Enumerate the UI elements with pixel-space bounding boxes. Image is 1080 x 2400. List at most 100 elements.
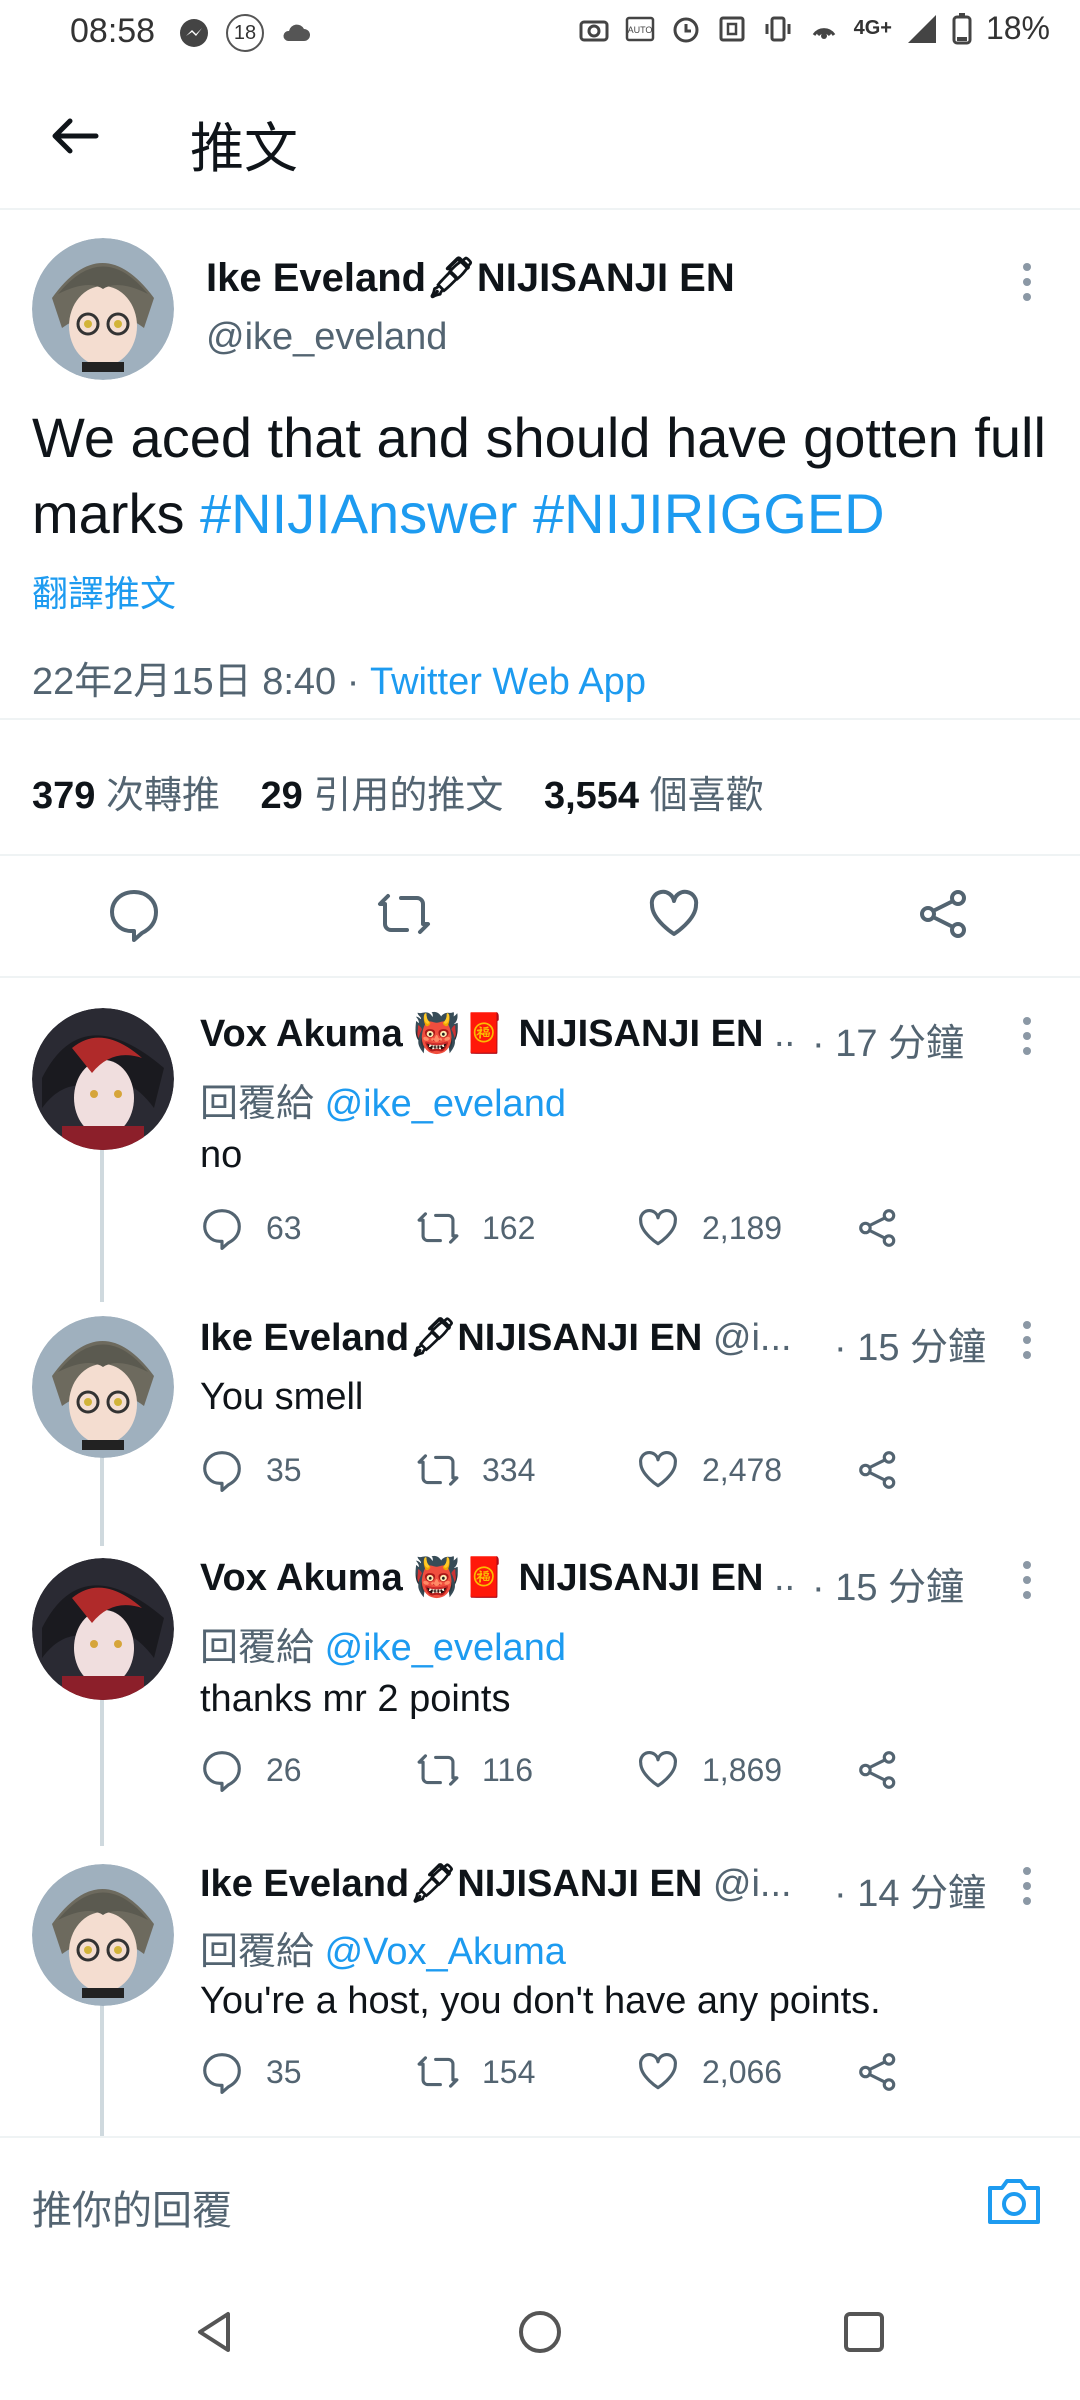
reply-reply-action[interactable]: 35 [200, 1448, 302, 1492]
reply-author-handle-truncated: @i... [702, 1317, 792, 1359]
reply-more-options-icon[interactable] [1022, 1560, 1032, 1600]
reply-reply-action[interactable]: 63 [200, 1206, 302, 1250]
reply-share-action[interactable] [856, 2050, 900, 2094]
reply-more-options-icon[interactable] [1022, 1320, 1032, 1360]
nav-back-icon[interactable] [192, 2308, 240, 2356]
reply-author-display-name: Ike Eveland🖋NIJISANJI EN [200, 1317, 703, 1359]
share-icon[interactable] [916, 886, 972, 942]
reply-share-action[interactable] [856, 1748, 900, 1792]
reply-count: 26 [266, 1751, 302, 1788]
nav-recents-icon[interactable] [840, 2308, 888, 2356]
back-arrow-icon[interactable] [46, 108, 102, 164]
retweet-icon [417, 1754, 459, 1786]
retweets-stat[interactable]: 379 次轉推 [32, 775, 220, 817]
reply-reply-action[interactable]: 35 [200, 2050, 302, 2094]
reply-like-action[interactable]: 1,869 [636, 1748, 782, 1792]
reply-author-name[interactable]: Vox Akuma 👹🧧 NIJISANJI EN .. [200, 1012, 795, 1056]
likes-stat[interactable]: 3,554 個喜歡 [544, 775, 764, 817]
hashtag-nijianswer[interactable]: #NIJIAnswer [200, 482, 517, 545]
camera-status-icon [579, 20, 609, 41]
more-options-icon[interactable] [1022, 262, 1032, 302]
like-icon [639, 1451, 677, 1488]
reply-reply-action[interactable]: 26 [200, 1748, 302, 1792]
author-handle[interactable]: @ike_eveland [206, 316, 447, 359]
reply-to-label: 回覆給 [200, 1931, 325, 1973]
thread-line [100, 1266, 104, 1302]
retweet-icon [417, 1454, 459, 1486]
thread-line [100, 1810, 104, 1846]
reply-to-handle[interactable]: @Vox_Akuma [325, 1931, 566, 1973]
messenger-icon [180, 19, 208, 47]
reply-retweet-action[interactable]: 162 [416, 1206, 535, 1250]
reply-to-handle[interactable]: @ike_eveland [325, 1083, 566, 1125]
reply-more-options-icon[interactable] [1022, 1866, 1032, 1906]
reply-text: You're a host, you don't have any points… [200, 1980, 881, 2022]
reply-like-action[interactable]: 2,189 [636, 1206, 782, 1250]
translate-tweet-link[interactable]: 翻譯推文 [32, 565, 176, 617]
reply-more-options-icon[interactable] [1022, 1016, 1032, 1056]
reply-to-line: 回覆給 @Vox_Akuma [200, 1920, 566, 1975]
nfc-icon [719, 16, 745, 41]
hashtag-nijirigged[interactable]: #NIJIRIGGED [533, 482, 885, 545]
thread-line [100, 1146, 104, 1286]
reply-tweet[interactable]: Vox Akuma 👹🧧 NIJISANJI EN .. · 17 分鐘 回覆給… [0, 976, 1080, 1286]
like-icon[interactable] [646, 886, 702, 942]
system-nav-bar [0, 2262, 1080, 2400]
retweet-count: 334 [482, 1451, 536, 1488]
tweet-text: We aced that and should have gotten full… [32, 400, 1052, 552]
battery-icon [952, 12, 972, 44]
reply-retweet-action[interactable]: 154 [416, 2050, 535, 2094]
reply-author-handle-truncated: .. [763, 1557, 796, 1599]
nav-home-icon[interactable] [516, 2308, 564, 2356]
reply-author-handle-truncated: @i... [702, 1863, 792, 1905]
reply-to-label: 回覆給 [200, 1627, 325, 1669]
reply-retweet-action[interactable]: 116 [416, 1748, 533, 1792]
reply-avatar[interactable] [32, 1316, 174, 1458]
reply-tweet[interactable]: Ike Eveland🖋NIJISANJI EN @i... · 14 分鐘 回… [0, 1810, 1080, 2136]
tweet-meta: 22年2月15日 8:40 · Twitter Web App [32, 650, 646, 705]
reply-avatar[interactable] [32, 1558, 174, 1700]
reply-retweet-action[interactable]: 334 [416, 1448, 535, 1492]
reply-icon [203, 1451, 241, 1492]
like-count: 2,189 [702, 1209, 783, 1246]
reply-author-handle-truncated: .. [763, 1013, 796, 1055]
reply-text: You smell [200, 1376, 364, 1418]
network-type-label: 4G+ [853, 17, 892, 39]
reply-to-label: 回覆給 [200, 1083, 325, 1125]
reply-like-action[interactable]: 2,478 [636, 1448, 782, 1492]
hotspot-icon [812, 27, 835, 39]
quotes-stat[interactable]: 29 引用的推文 [261, 775, 504, 817]
reply-count: 63 [266, 1209, 302, 1246]
retweets-count: 379 [32, 775, 96, 817]
reply-author-name[interactable]: Ike Eveland🖋NIJISANJI EN @i... [200, 1316, 792, 1360]
share-icon [859, 1751, 896, 1789]
like-icon [639, 2053, 677, 2090]
author-name[interactable]: Ike Eveland🖋NIJISANJI EN [206, 254, 735, 301]
reply-tweet[interactable]: Vox Akuma 👹🧧 NIJISANJI EN .. · 15 分鐘 回覆給… [0, 1510, 1080, 1830]
reply-like-action[interactable]: 2,066 [636, 2050, 782, 2094]
reply-share-action[interactable] [856, 1206, 900, 1250]
reply-avatar[interactable] [32, 1008, 174, 1150]
reply-icon[interactable] [106, 886, 162, 942]
author-avatar[interactable] [32, 238, 174, 380]
reply-author-display-name: Vox Akuma 👹🧧 NIJISANJI EN [200, 1557, 764, 1599]
reply-to-line: 回覆給 @ike_eveland [200, 1072, 566, 1127]
reply-count: 35 [266, 1451, 302, 1488]
reply-input-placeholder[interactable]: 推你的回覆 [32, 2178, 232, 2236]
reply-author-name[interactable]: Vox Akuma 👹🧧 NIJISANJI EN .. [200, 1556, 795, 1600]
battery-level: 18% [985, 10, 1050, 46]
reply-avatar[interactable] [32, 1864, 174, 2006]
tweet-source[interactable]: Twitter Web App [370, 661, 646, 703]
tweet-stats: 379 次轉推 29 引用的推文 3,554 個喜歡 [0, 718, 1080, 856]
reply-share-action[interactable] [856, 1448, 900, 1492]
reply-author-name[interactable]: Ike Eveland🖋NIJISANJI EN @i... [200, 1862, 792, 1906]
like-count: 1,869 [702, 1751, 783, 1788]
retweet-icon[interactable] [376, 886, 432, 942]
reply-to-handle[interactable]: @ike_eveland [325, 1627, 566, 1669]
camera-icon[interactable] [984, 2172, 1044, 2228]
reply-composer[interactable]: 推你的回覆 [0, 2136, 1080, 2268]
retweets-label: 次轉推 [95, 775, 220, 817]
status-bar: 08:58 18 AUTO 4G+ 18% [0, 0, 1080, 64]
signal-icon [907, 14, 936, 43]
reply-tweet[interactable]: Ike Eveland🖋NIJISANJI EN @i... · 15 分鐘 Y… [0, 1266, 1080, 1530]
